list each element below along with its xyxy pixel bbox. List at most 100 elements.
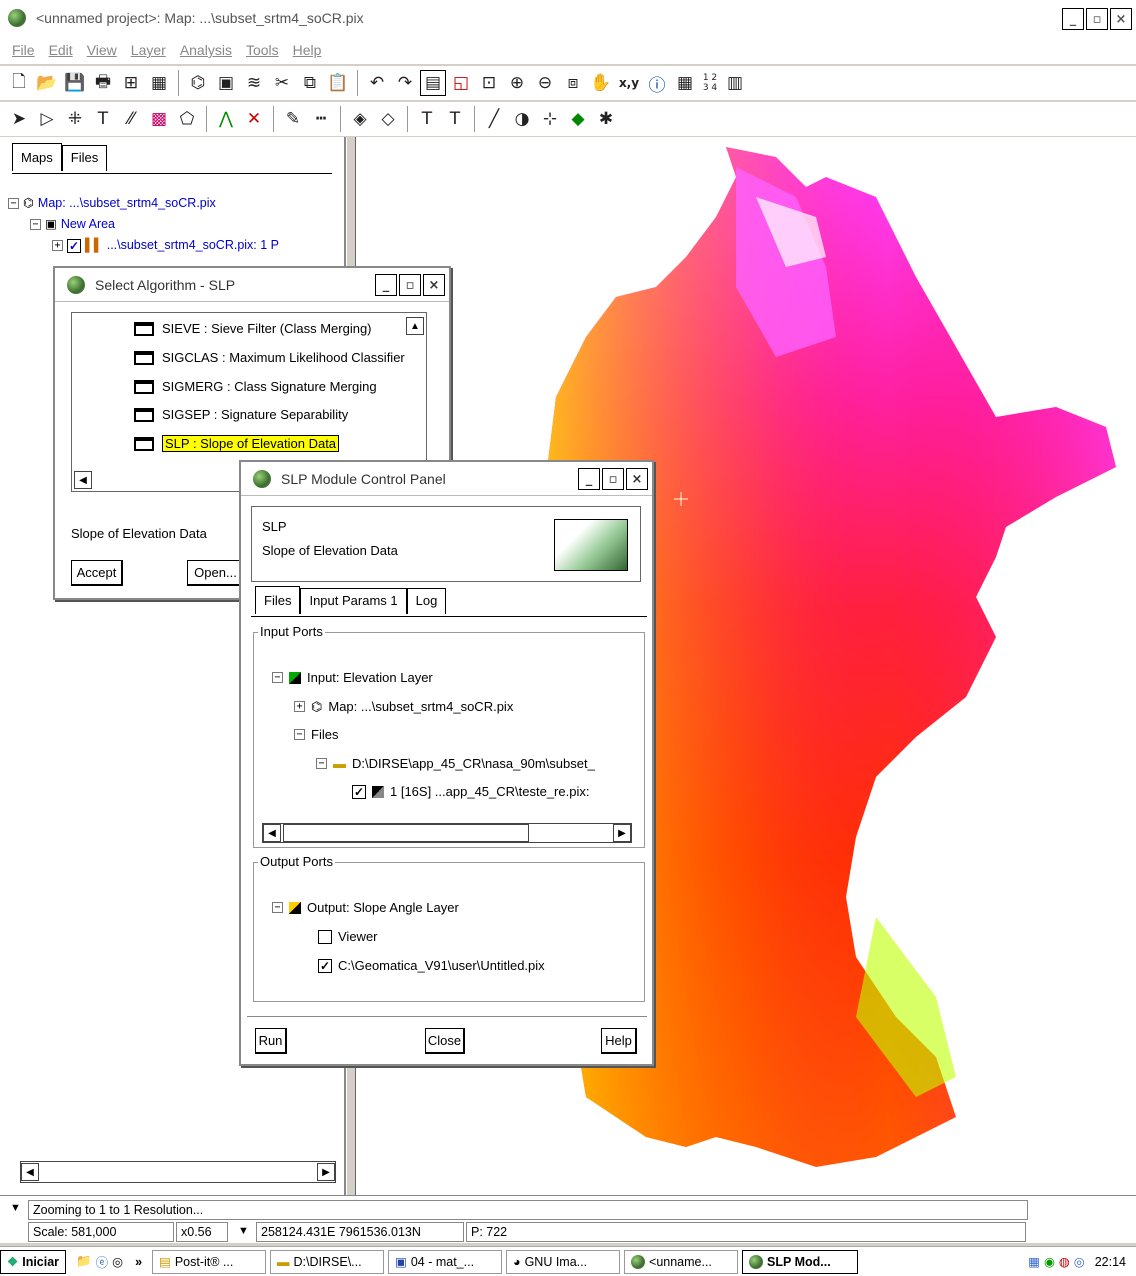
node-select-icon[interactable]: ▷ <box>34 106 60 132</box>
layer-visible-checkbox[interactable]: ✓ <box>67 238 81 253</box>
menu-edit[interactable]: Edit <box>49 42 73 58</box>
fill-color-icon[interactable]: ◈ <box>347 106 373 132</box>
tab-maps[interactable]: Maps <box>12 143 62 171</box>
browser-icon[interactable]: ⓔ <box>96 1252 109 1271</box>
tab-files[interactable]: Files <box>61 145 108 171</box>
info-icon[interactable]: ⓘ <box>644 70 670 96</box>
close-button[interactable]: × <box>1110 8 1132 30</box>
line-tool-icon[interactable]: ╱ <box>481 106 507 132</box>
layer-stack-icon[interactable]: ≋ <box>241 70 267 96</box>
input-folder-node[interactable]: − ▬ D:\DIRSE\app_45_CR\nasa_90m\subset_ <box>316 749 595 778</box>
layer-display-icon[interactable]: ◆ <box>565 106 591 132</box>
input-ports-hscrollbar[interactable]: ◀ ▶ <box>262 823 632 843</box>
tree-area-node[interactable]: − ▣ New Area <box>30 214 279 235</box>
collapse-icon[interactable]: − <box>294 729 305 740</box>
maximize-button[interactable]: ▫ <box>399 274 421 296</box>
left-panel-hscrollbar[interactable]: ◀ ▶ <box>20 1161 336 1183</box>
polyline-icon[interactable]: ⁄⁄ <box>118 106 144 132</box>
text-color-icon[interactable]: T <box>414 106 440 132</box>
start-button[interactable]: ❖ Iniciar <box>0 1249 67 1274</box>
collapse-icon[interactable]: − <box>316 758 327 769</box>
task-folder[interactable]: ▬ D:\DIRSE\... <box>270 1249 385 1274</box>
cut-icon[interactable]: ✂ <box>269 70 295 96</box>
input-elevation-node[interactable]: − Input: Elevation Layer <box>272 663 433 692</box>
explorer-icon[interactable]: 📁 <box>76 1254 92 1269</box>
line-color-icon[interactable]: ✎ <box>280 106 306 132</box>
zoom-fit-icon[interactable]: ⊡ <box>476 70 502 96</box>
text-tool-icon[interactable]: T <box>90 106 116 132</box>
input-files-node[interactable]: − Files <box>294 720 338 749</box>
table-icon[interactable]: ▦ <box>672 70 698 96</box>
polygon-icon[interactable]: ⬠ <box>174 106 200 132</box>
xy-coordinates-icon[interactable]: x,y <box>616 70 642 96</box>
network-icon[interactable]: ⊞ <box>118 70 144 96</box>
open-button[interactable]: Open... <box>187 560 243 586</box>
tray-network-icon[interactable]: ▦ <box>1028 1254 1040 1269</box>
select-arrow-icon[interactable]: ➤ <box>6 106 32 132</box>
vertex-edit-icon[interactable]: ⋀ <box>213 106 239 132</box>
fill-pattern-icon[interactable]: ◇ <box>375 106 401 132</box>
paste-icon[interactable]: 📋 <box>325 70 351 96</box>
close-dialog-button[interactable]: Close <box>425 1028 465 1054</box>
redo-icon[interactable]: ↷ <box>392 70 418 96</box>
expand-icon[interactable]: + <box>294 701 305 712</box>
map-icon[interactable]: ⌬ <box>185 70 211 96</box>
print-icon[interactable]: 🖶 <box>90 70 116 96</box>
menu-view[interactable]: View <box>87 42 117 58</box>
scroll-up-icon[interactable]: ▲ <box>406 317 424 335</box>
menu-layer[interactable]: Layer <box>131 42 166 58</box>
coords-dropdown-icon[interactable]: ▼ <box>238 1225 249 1237</box>
accept-button[interactable]: Accept <box>71 560 123 586</box>
layer-toggle-icon[interactable]: ✱ <box>593 106 619 132</box>
output-file-node[interactable]: ✓ C:\Geomatica_V91\user\Untitled.pix <box>318 951 545 980</box>
list-item[interactable]: SIGMERG : Class Signature Merging <box>134 379 377 394</box>
tab-files[interactable]: Files <box>255 586 301 614</box>
histogram-icon[interactable]: ▥ <box>722 70 748 96</box>
undo-icon[interactable]: ↶ <box>364 70 390 96</box>
task-gimp[interactable]: ◕ GNU Ima... <box>506 1249 621 1274</box>
tree-layer-node[interactable]: + ✓ ▌▌ ...\subset_srtm4_soCR.pix: 1 P <box>52 235 279 256</box>
close-button[interactable]: × <box>626 468 648 490</box>
collapse-icon[interactable]: − <box>30 219 41 230</box>
input-file-node[interactable]: ✓ 1 [16S] ...app_45_CR\teste_re.pix: <box>352 777 589 806</box>
expand-icon[interactable]: + <box>52 240 63 251</box>
tray-antivirus-icon[interactable]: ◍ <box>1059 1254 1070 1269</box>
point-target-icon[interactable]: ⊹ <box>537 106 563 132</box>
grid-pattern-icon[interactable]: ▩ <box>146 106 172 132</box>
tab-input-params[interactable]: Input Params 1 <box>300 588 407 614</box>
zoom-overview-icon[interactable]: ▤ <box>420 70 446 96</box>
output-slope-node[interactable]: − Output: Slope Angle Layer <box>272 893 459 922</box>
scroll-left-icon[interactable]: ◀ <box>263 824 281 842</box>
pan-hand-icon[interactable]: ✋ <box>588 70 614 96</box>
menu-file[interactable]: File <box>12 42 35 58</box>
viewer-checkbox[interactable] <box>318 929 332 944</box>
menu-analysis[interactable]: Analysis <box>180 42 232 58</box>
menu-tools[interactable]: Tools <box>246 42 279 58</box>
collapse-icon[interactable]: − <box>8 198 19 209</box>
input-map-node[interactable]: + ⌬ Map: ...\subset_srtm4_soCR.pix <box>294 692 513 721</box>
task-word[interactable]: ▣ 04 - mat_... <box>388 1249 503 1274</box>
help-button[interactable]: Help <box>601 1028 637 1054</box>
close-button[interactable]: × <box>423 274 445 296</box>
tray-globe-icon[interactable]: ◉ <box>1044 1254 1055 1269</box>
scroll-left-icon[interactable]: ◀ <box>21 1163 39 1181</box>
open-folder-icon[interactable]: 📂 <box>34 70 60 96</box>
save-icon[interactable]: 💾 <box>62 70 88 96</box>
quick-launch-chevron[interactable]: » <box>135 1255 142 1269</box>
layers-grid-icon[interactable]: ▦ <box>146 70 172 96</box>
list-item[interactable]: SIGCLAS : Maximum Likelihood Classifier <box>134 350 405 365</box>
scroll-thumb[interactable] <box>283 824 529 842</box>
minimize-button[interactable]: _ <box>1062 8 1084 30</box>
area-icon[interactable]: ▣ <box>213 70 239 96</box>
task-slp-module[interactable]: SLP Mod... <box>742 1249 859 1274</box>
new-file-icon[interactable]: 🗋 <box>6 70 32 96</box>
scroll-right-icon[interactable]: ▶ <box>613 824 631 842</box>
point-icon[interactable]: ⁜ <box>62 106 88 132</box>
zoom-out-icon[interactable]: ⊖ <box>532 70 558 96</box>
list-item[interactable]: SIEVE : Sieve Filter (Class Merging) <box>134 321 372 336</box>
input-file-checkbox[interactable]: ✓ <box>352 784 366 799</box>
scroll-right-icon[interactable]: ▶ <box>317 1163 335 1181</box>
text-style-icon[interactable]: T <box>442 106 468 132</box>
collapse-icon[interactable]: − <box>272 672 283 683</box>
status-dropdown-icon[interactable]: ▼ <box>10 1202 21 1214</box>
